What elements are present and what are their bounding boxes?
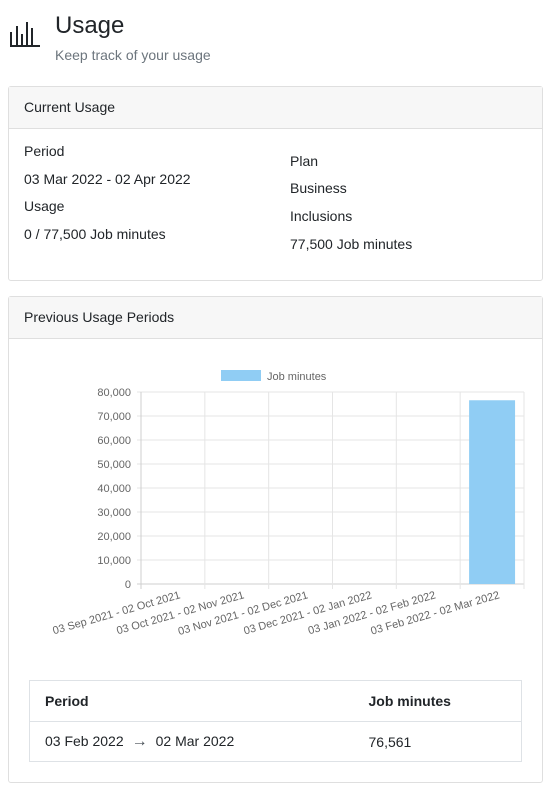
legend-label: Job minutes <box>267 371 327 383</box>
y-tick-label: 40,000 <box>97 483 131 495</box>
previous-usage-heading: Previous Usage Periods <box>9 297 542 339</box>
y-tick-label: 80,000 <box>97 387 131 399</box>
job-minutes-cell: 76,561 <box>353 721 522 762</box>
page-header: Usage Keep track of your usage <box>0 0 554 80</box>
usage-value: 0 / 77,500 Job minutes <box>24 226 166 242</box>
period-end: 02 Mar 2022 <box>155 732 235 749</box>
current-usage-heading: Current Usage <box>9 87 542 129</box>
legend-swatch <box>221 370 261 381</box>
previous-usage-card: Previous Usage Periods 0 10,000 20,000 30,0… <box>8 296 543 783</box>
y-tick-label: 0 <box>125 579 131 591</box>
bar-chart-icon <box>10 22 40 47</box>
usage-label: Usage <box>24 198 65 214</box>
usage-chart-svg: 0 10,000 20,000 30,000 40,000 50,000 60,000 70,… <box>51 370 525 638</box>
bar <box>469 400 516 584</box>
period-value: 03 Mar 2022 - 02 Apr 2022 <box>24 171 191 187</box>
usage-chart: 0 10,000 20,000 30,000 40,000 50,000 60,000 70,… <box>9 339 542 669</box>
y-tick-label: 60,000 <box>97 435 131 447</box>
current-usage-body: Period 03 Mar 2022 - 02 Apr 2022 Usage 0… <box>9 129 542 279</box>
y-tick-label: 70,000 <box>97 411 131 423</box>
y-tick-label: 30,000 <box>97 507 131 519</box>
period-label: Period <box>24 143 65 159</box>
y-tick-label: 20,000 <box>97 531 131 543</box>
previous-usage-table: Period Job minutes 03 Feb 2022 → 02 Mar 20… <box>29 680 522 762</box>
arrow-right-icon: → <box>131 732 148 750</box>
inclusions-label: Inclusions <box>290 208 353 224</box>
plan-label: Plan <box>290 153 319 169</box>
page-title: Usage <box>55 12 125 39</box>
page-subtitle: Keep track of your usage <box>55 47 211 63</box>
current-usage-card: Current Usage Period 03 Mar 2022 - 02 Ap… <box>8 86 543 281</box>
y-tick-label: 50,000 <box>97 459 131 471</box>
column-header-period: Period <box>29 680 354 722</box>
y-tick-label: 10,000 <box>97 555 131 567</box>
plan-value: Business <box>290 180 347 196</box>
period-start: 03 Feb 2022 <box>45 732 124 749</box>
table-row: 03 Feb 2022 → 02 Mar 2022 76,561 <box>29 721 522 762</box>
column-header-job-minutes: Job minutes <box>353 680 522 722</box>
inclusions-value: 77,500 Job minutes <box>290 236 413 252</box>
period-cell: 03 Feb 2022 → 02 Mar 2022 <box>29 721 354 762</box>
table-header-row: Period Job minutes <box>29 680 522 722</box>
